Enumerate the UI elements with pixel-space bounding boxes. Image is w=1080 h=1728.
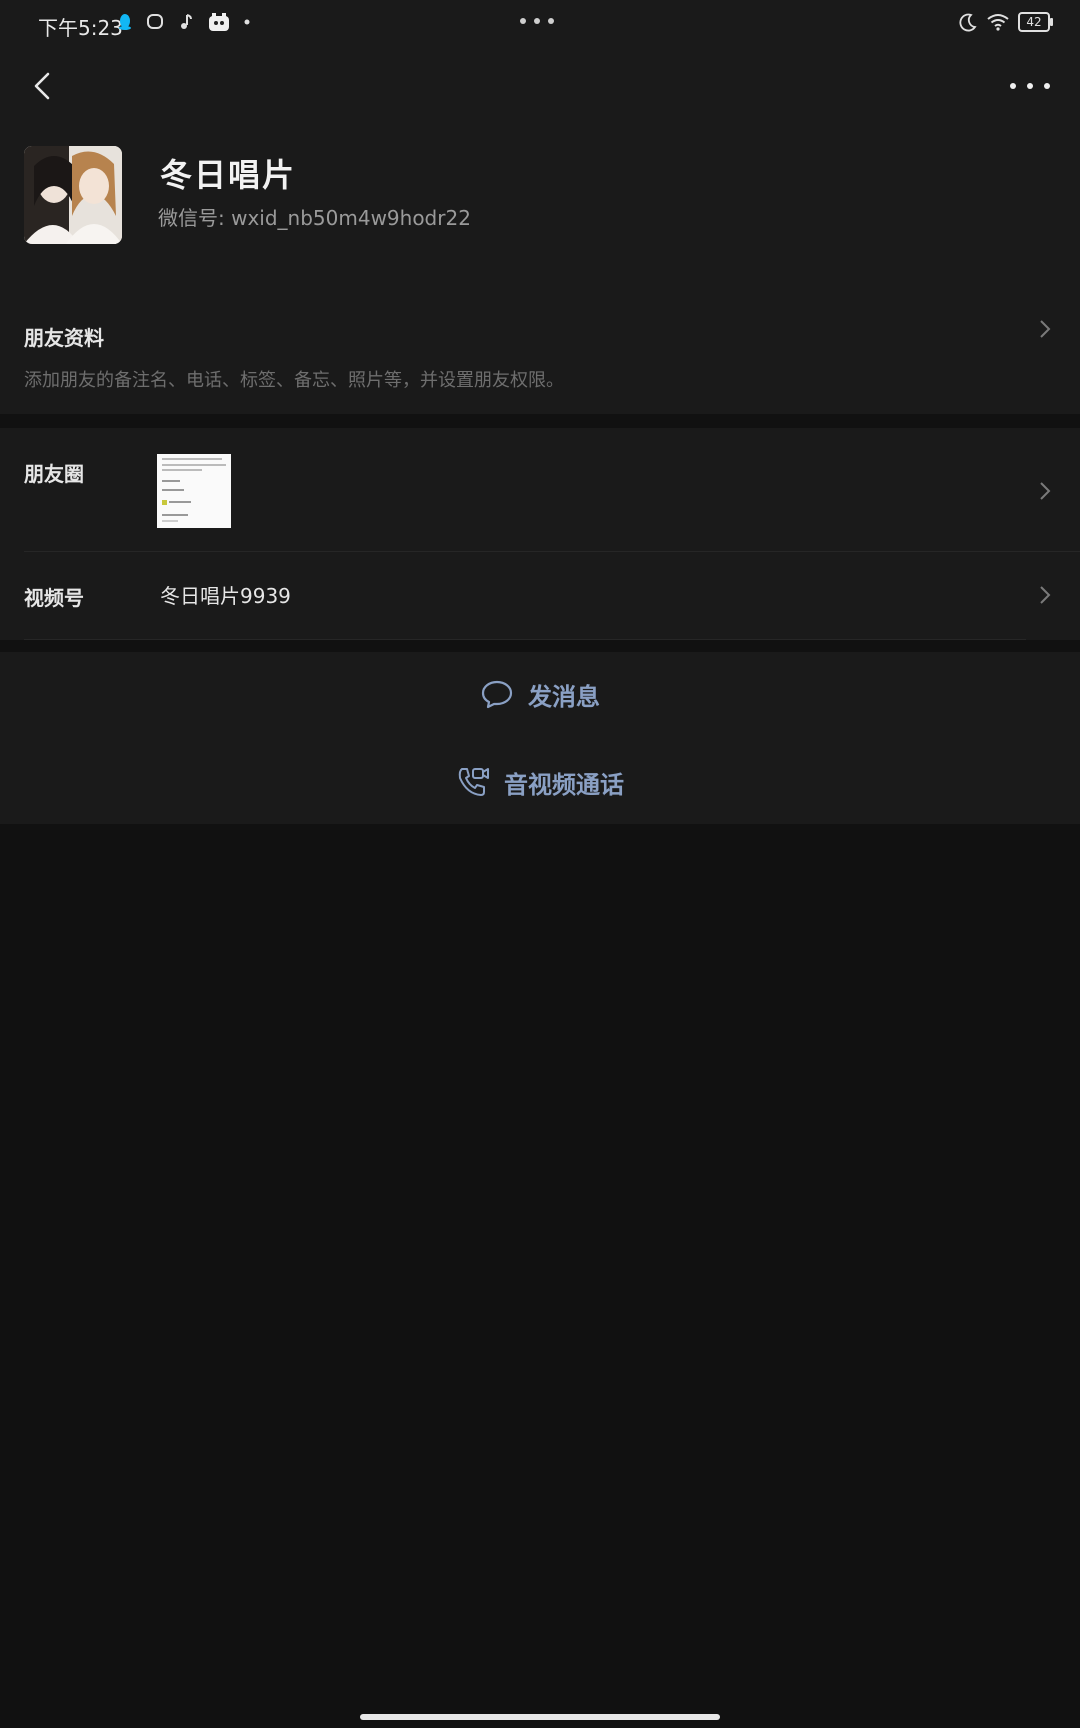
- battery-icon: 42: [1018, 12, 1053, 32]
- moments-row[interactable]: 朋友圈: [0, 428, 1080, 552]
- contact-profile-page: 下午5:23 42 冬日唱片 微信号: wxid_nb50m4w9hodr22 …: [0, 0, 1080, 1728]
- moments-thumbnail-image: [157, 454, 231, 528]
- moon-icon: [958, 12, 978, 32]
- send-message-label: 发消息: [528, 682, 600, 711]
- status-left-icons: [118, 12, 250, 32]
- home-indicator[interactable]: [360, 1714, 720, 1720]
- moments-label: 朋友圈: [24, 462, 84, 486]
- qq-icon: [118, 13, 132, 31]
- avatar[interactable]: [24, 146, 122, 244]
- divider: [24, 639, 1026, 640]
- chevron-right-icon: [1040, 586, 1051, 604]
- friend-info-description: 添加朋友的备注名、电话、标签、备忘、照片等，并设置朋友权限。: [24, 370, 564, 391]
- status-bar: 下午5:23 42: [0, 0, 1080, 50]
- back-arrow-icon: [34, 72, 50, 100]
- status-center-dots: [520, 18, 554, 24]
- more-dots-icon: [1010, 83, 1016, 89]
- phone-video-icon: [458, 768, 489, 796]
- more-options-button[interactable]: [1010, 76, 1050, 96]
- message-icon: [146, 13, 164, 31]
- av-call-button[interactable]: 音视频通话: [0, 742, 1080, 822]
- status-right-icons: 42: [958, 12, 1053, 32]
- chevron-right-icon: [1040, 482, 1051, 500]
- back-button[interactable]: [26, 66, 62, 106]
- app-icon: [208, 12, 230, 32]
- moments-thumbnail[interactable]: [157, 454, 231, 528]
- profile-name: 冬日唱片: [160, 156, 297, 194]
- wifi-icon: [986, 13, 1010, 31]
- chat-bubble-icon: [481, 680, 513, 709]
- friend-info-row[interactable]: 朋友资料 添加朋友的备注名、电话、标签、备忘、照片等，并设置朋友权限。: [0, 294, 1080, 414]
- av-call-label: 音视频通话: [504, 770, 624, 799]
- channels-row[interactable]: 视频号 冬日唱片9939: [0, 552, 1080, 640]
- wechat-id: 微信号: wxid_nb50m4w9hodr22: [158, 206, 471, 230]
- status-time: 下午5:23: [38, 16, 123, 40]
- music-icon: [178, 13, 194, 31]
- avatar-image: [24, 146, 122, 244]
- channels-label: 视频号: [24, 586, 84, 610]
- send-message-button[interactable]: 发消息: [0, 654, 1080, 734]
- actions-section: 发消息 音视频通话: [0, 652, 1080, 824]
- friend-info-title: 朋友资料: [24, 326, 104, 350]
- dot-icon: [244, 19, 250, 25]
- channels-value: 冬日唱片9939: [160, 584, 291, 608]
- chevron-right-icon: [1040, 320, 1051, 338]
